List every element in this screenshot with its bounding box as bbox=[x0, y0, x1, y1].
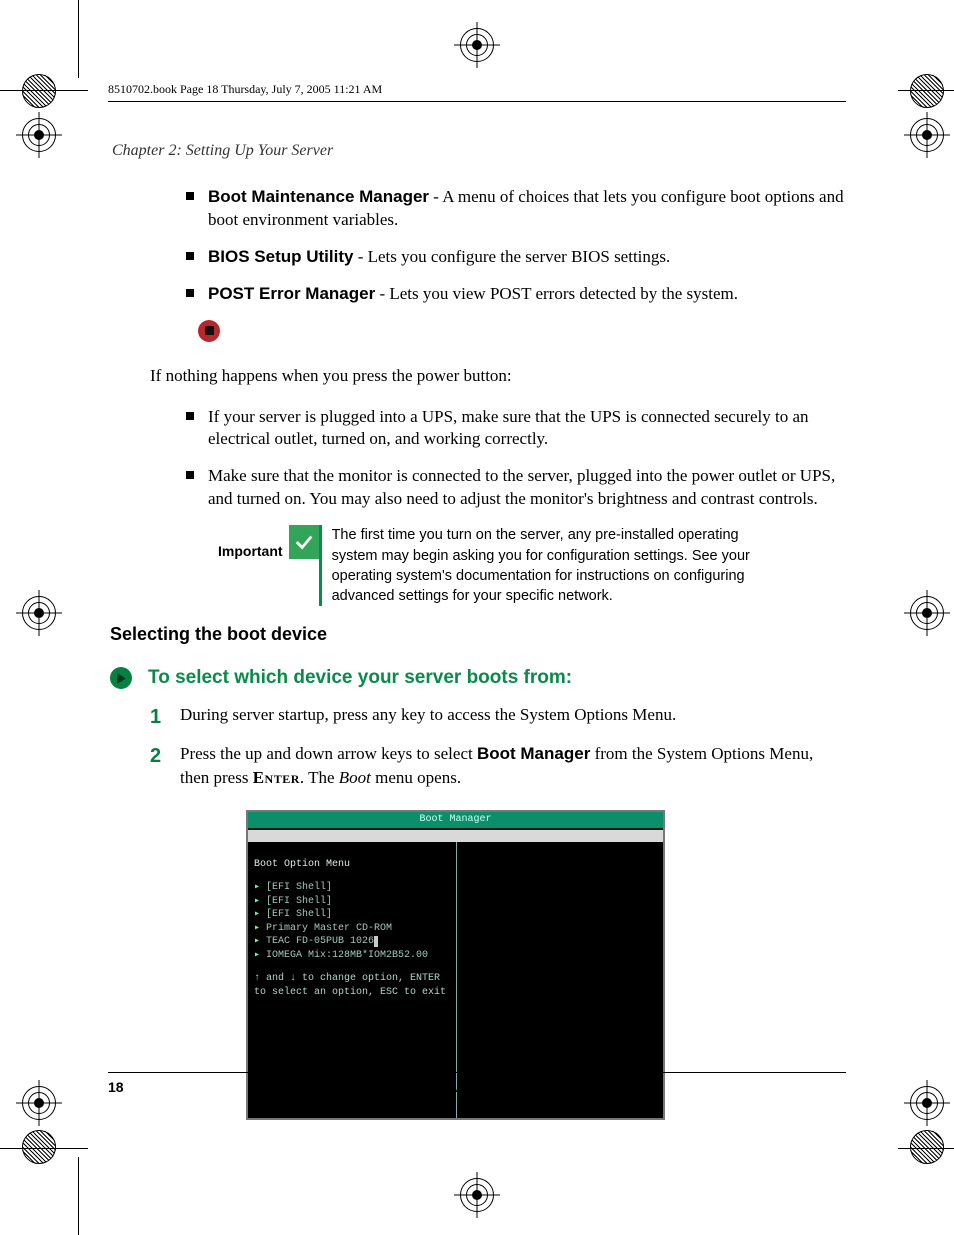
registration-mark bbox=[460, 1178, 494, 1212]
square-bullet-icon bbox=[186, 412, 194, 420]
square-bullet-icon bbox=[186, 471, 194, 479]
menu-item-label: Boot Maintenance Manager bbox=[208, 187, 429, 206]
steps-list: During server startup, press any key to … bbox=[150, 703, 846, 789]
step-text-part: Press the up and down arrow keys to sele… bbox=[180, 744, 477, 763]
step-text-part: . The bbox=[300, 768, 339, 787]
instruction-header: To select which device your server boots… bbox=[110, 667, 846, 689]
troubleshoot-list: If your server is plugged into a UPS, ma… bbox=[186, 406, 846, 512]
registration-mark bbox=[910, 118, 944, 152]
crop-line bbox=[78, 0, 79, 78]
print-ornament bbox=[22, 1130, 56, 1164]
boot-grey-bar bbox=[248, 830, 663, 842]
square-bullet-icon bbox=[186, 289, 194, 297]
page-number: 18 bbox=[108, 1079, 156, 1095]
crop-line bbox=[898, 90, 954, 91]
step-item: Press the up and down arrow keys to sele… bbox=[150, 742, 846, 790]
registration-mark bbox=[22, 118, 56, 152]
menu-item-list: Boot Maintenance Manager - A menu of cho… bbox=[186, 186, 846, 306]
menu-item-text: - Lets you view POST errors detected by … bbox=[375, 284, 738, 303]
list-item: Make sure that the monitor is connected … bbox=[186, 465, 846, 511]
crop-line bbox=[0, 1148, 88, 1149]
boot-option: ▸ [EFI Shell] bbox=[254, 881, 448, 895]
square-bullet-icon bbox=[186, 192, 194, 200]
step-italic: Boot bbox=[339, 768, 371, 787]
section-heading: Selecting the boot device bbox=[110, 624, 846, 645]
boot-title: Boot Manager bbox=[248, 812, 663, 830]
step-text-part: menu opens. bbox=[371, 768, 461, 787]
registration-mark bbox=[22, 1086, 56, 1120]
menu-item: POST Error Manager - Lets you view POST … bbox=[186, 283, 846, 306]
boot-hint: ↑ and ↓ to change option, ENTER to selec… bbox=[254, 972, 448, 999]
registration-mark bbox=[910, 596, 944, 630]
paragraph: If nothing happens when you press the po… bbox=[150, 364, 834, 388]
boot-option: ▸ [EFI Shell] bbox=[254, 908, 448, 922]
divider bbox=[319, 525, 322, 606]
crop-line bbox=[898, 1148, 954, 1149]
boot-option: ▸ TEAC FD-05PUB 1026 bbox=[254, 935, 448, 949]
list-text: Make sure that the monitor is connected … bbox=[208, 466, 835, 508]
print-ornament bbox=[910, 1130, 944, 1164]
print-ornament bbox=[910, 74, 944, 108]
registration-mark bbox=[460, 28, 494, 62]
chapter-heading: Chapter 2: Setting Up Your Server bbox=[112, 142, 846, 160]
menu-item: Boot Maintenance Manager - A menu of cho… bbox=[186, 186, 846, 232]
crop-line bbox=[0, 90, 88, 91]
square-bullet-icon bbox=[186, 252, 194, 260]
page-footer: 18 www.gateway.com bbox=[108, 1072, 846, 1095]
crop-line bbox=[78, 1157, 79, 1235]
stop-marker-icon bbox=[198, 320, 220, 342]
book-header-line: 8510702.book Page 18 Thursday, July 7, 2… bbox=[108, 82, 846, 102]
step-item: During server startup, press any key to … bbox=[150, 703, 846, 727]
step-bold: Boot Manager bbox=[477, 744, 590, 763]
important-body: The first time you turn on the server, a… bbox=[332, 525, 762, 606]
boot-menu-header: Boot Option Menu bbox=[254, 858, 448, 872]
menu-item: BIOS Setup Utility - Lets you configure … bbox=[186, 246, 846, 269]
menu-item-label: POST Error Manager bbox=[208, 284, 375, 303]
play-icon bbox=[110, 667, 132, 689]
important-callout: Important The first time you turn on the… bbox=[218, 525, 846, 606]
print-ornament bbox=[22, 74, 56, 108]
list-text: If your server is plugged into a UPS, ma… bbox=[208, 407, 809, 449]
registration-mark bbox=[910, 1086, 944, 1120]
menu-item-label: BIOS Setup Utility bbox=[208, 247, 353, 266]
list-item: If your server is plugged into a UPS, ma… bbox=[186, 406, 846, 452]
registration-mark bbox=[22, 596, 56, 630]
check-icon bbox=[289, 525, 319, 559]
boot-option: ▸ Primary Master CD-ROM bbox=[254, 922, 448, 936]
footer-url: www.gateway.com bbox=[156, 1079, 846, 1095]
page-content: 8510702.book Page 18 Thursday, July 7, 2… bbox=[108, 82, 846, 1120]
menu-item-text: - Lets you configure the server BIOS set… bbox=[353, 247, 670, 266]
step-smallcaps: Enter bbox=[253, 768, 300, 787]
boot-option: ▸ [EFI Shell] bbox=[254, 895, 448, 909]
important-label: Important bbox=[218, 525, 289, 559]
boot-option: ▸ IOMEGA Mix:128MB*IOM2B52.00 bbox=[254, 949, 448, 963]
step-text: During server startup, press any key to … bbox=[180, 705, 676, 724]
instruction-title: To select which device your server boots… bbox=[148, 667, 572, 689]
